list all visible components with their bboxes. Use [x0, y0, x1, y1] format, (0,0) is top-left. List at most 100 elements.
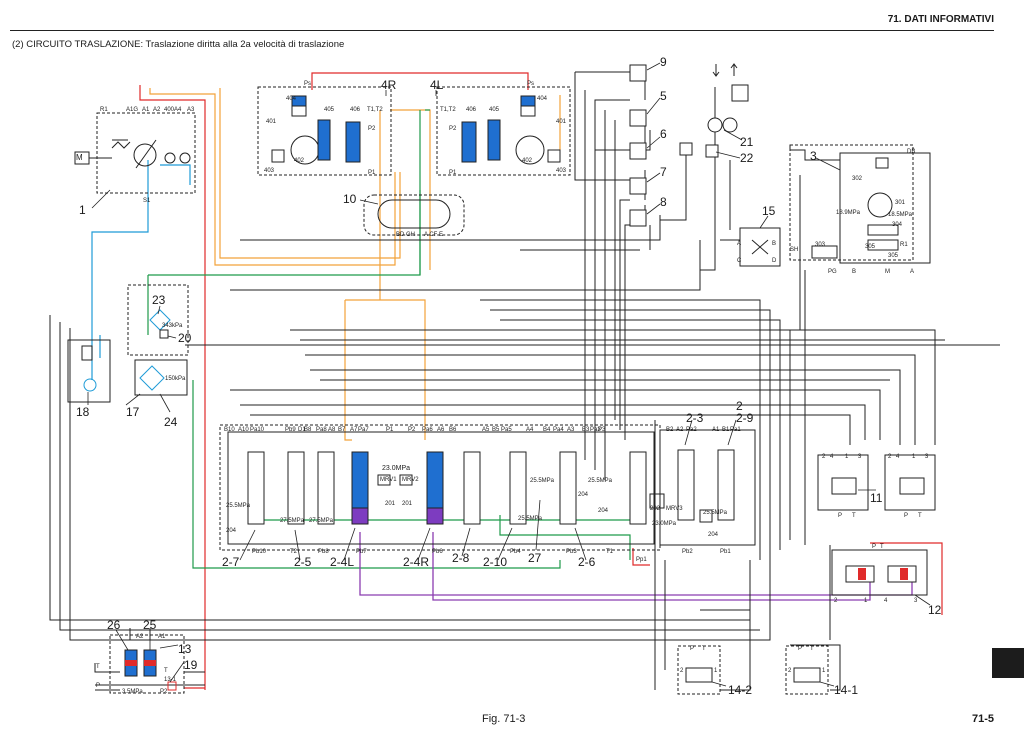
svg-text:M: M	[885, 269, 890, 275]
svg-text:A7: A7	[350, 427, 358, 433]
svg-text:T: T	[702, 646, 706, 652]
page-number: 71-5	[971, 713, 994, 725]
solenoid-valve-12	[831, 549, 928, 596]
svg-text:BD GH: BD GH	[396, 232, 415, 238]
svg-text:1: 1	[714, 668, 718, 674]
svg-text:A2: A2	[676, 427, 684, 433]
callout-2-9: 2-9	[736, 411, 754, 425]
svg-text:Pb4: Pb4	[510, 549, 521, 555]
svg-text:T: T	[880, 544, 884, 550]
callout-19: 19	[184, 658, 198, 672]
svg-text:B2: B2	[666, 427, 674, 433]
svg-text:P1: P1	[386, 427, 394, 433]
callout-14-2: 14-2	[728, 683, 752, 697]
callout-labels: 1 3 4R 4L 5 6 7 8 9 10 11 12 13 14-1 14-…	[76, 55, 942, 697]
svg-text:401: 401	[556, 119, 567, 125]
callout-2-6: 2-6	[578, 555, 596, 569]
callout-2-3: 2-3	[686, 411, 704, 425]
callout-13: 13	[178, 642, 192, 656]
callout-2-7: 2-7	[222, 555, 240, 569]
svg-text:Pa6: Pa6	[422, 427, 433, 433]
svg-text:401: 401	[266, 119, 277, 125]
svg-text:B: B	[852, 269, 856, 275]
svg-text:406: 406	[350, 107, 361, 113]
callout-10: 10	[343, 192, 357, 206]
svg-text:305: 305	[865, 244, 876, 250]
svg-text:3.5MPa: 3.5MPa	[122, 689, 143, 695]
svg-text:SH: SH	[790, 247, 798, 253]
svg-text:150kPa: 150kPa	[165, 376, 186, 382]
svg-text:301: 301	[895, 200, 906, 206]
callout-21: 21	[740, 135, 754, 149]
svg-text:MRV1: MRV1	[380, 477, 397, 483]
svg-text:P2: P2	[408, 427, 416, 433]
svg-text:201: 201	[385, 501, 396, 507]
svg-text:Pb8: Pb8	[318, 549, 329, 555]
svg-text:Pa2: Pa2	[686, 427, 697, 433]
svg-text:18.5MPa: 18.5MPa	[888, 212, 913, 218]
svg-text:305: 305	[888, 253, 899, 259]
callout-2-4R: 2-4R	[403, 555, 429, 569]
svg-text:P2: P2	[449, 126, 457, 132]
callout-23: 23	[152, 293, 166, 307]
svg-text:23.0MPa: 23.0MPa	[382, 465, 410, 472]
svg-text:Pb10: Pb10	[252, 549, 267, 555]
svg-text:2: 2	[788, 668, 792, 674]
lines-purple	[359, 532, 913, 601]
travel-motor-4L	[436, 86, 571, 176]
svg-text:P: P	[798, 646, 802, 652]
svg-text:P3: P3	[598, 427, 606, 433]
callout-20: 20	[178, 331, 192, 345]
svg-text:P2: P2	[368, 126, 376, 132]
callout-27: 27	[528, 551, 542, 565]
callout-8: 8	[660, 195, 667, 209]
svg-text:A4: A4	[174, 107, 182, 113]
svg-text:A1: A1	[142, 107, 150, 113]
svg-text:2: 2	[680, 668, 684, 674]
callout-3: 3	[810, 149, 817, 163]
callout-17: 17	[126, 405, 140, 419]
svg-text:B10: B10	[224, 427, 235, 433]
svg-text:404: 404	[286, 96, 297, 102]
svg-text:PG: PG	[828, 269, 837, 275]
svg-text:Pb3: Pb3	[566, 549, 577, 555]
svg-text:C: C	[737, 258, 742, 264]
svg-text:201: 201	[402, 501, 413, 507]
svg-text:204: 204	[578, 492, 589, 498]
swivel-joint-10	[363, 194, 465, 236]
svg-text:Pb1: Pb1	[720, 549, 731, 555]
svg-text:P: P	[690, 646, 694, 652]
callout-9: 9	[660, 55, 667, 69]
svg-text:403: 403	[264, 168, 275, 174]
svg-text:A5: A5	[482, 427, 490, 433]
svg-text:P: P	[838, 513, 842, 519]
svg-text:A: A	[910, 269, 914, 275]
svg-text:25.5MPa: 25.5MPa	[703, 510, 728, 516]
svg-text:T: T	[852, 513, 856, 519]
svg-text:MRV3: MRV3	[666, 506, 683, 512]
callout-4L: 4L	[430, 78, 444, 92]
svg-text:Pb9: Pb9	[285, 427, 296, 433]
svg-text:T: T	[810, 646, 814, 652]
svg-text:DB: DB	[907, 149, 915, 155]
svg-text:Pb7: Pb7	[356, 549, 367, 555]
svg-text:405: 405	[324, 107, 335, 113]
svg-text:D: D	[772, 258, 777, 264]
svg-text:4: 4	[884, 598, 888, 604]
svg-text:404: 404	[537, 96, 548, 102]
svg-text:A3: A3	[567, 427, 575, 433]
callout-6: 6	[660, 127, 667, 141]
svg-text:B1: B1	[722, 427, 730, 433]
svg-text:A8: A8	[328, 427, 336, 433]
valve-group-2-3-2-9	[659, 429, 756, 546]
svg-text:1: 1	[864, 598, 868, 604]
svg-text:A3: A3	[187, 107, 195, 113]
page-tab-marker	[992, 648, 1024, 678]
svg-text:1: 1	[822, 668, 826, 674]
callout-22: 22	[740, 151, 754, 165]
svg-text:A10: A10	[238, 427, 249, 433]
svg-text:302: 302	[852, 176, 863, 182]
svg-text:B4: B4	[543, 427, 551, 433]
svg-text:A4: A4	[526, 427, 534, 433]
svg-text:T1: T1	[606, 549, 614, 555]
